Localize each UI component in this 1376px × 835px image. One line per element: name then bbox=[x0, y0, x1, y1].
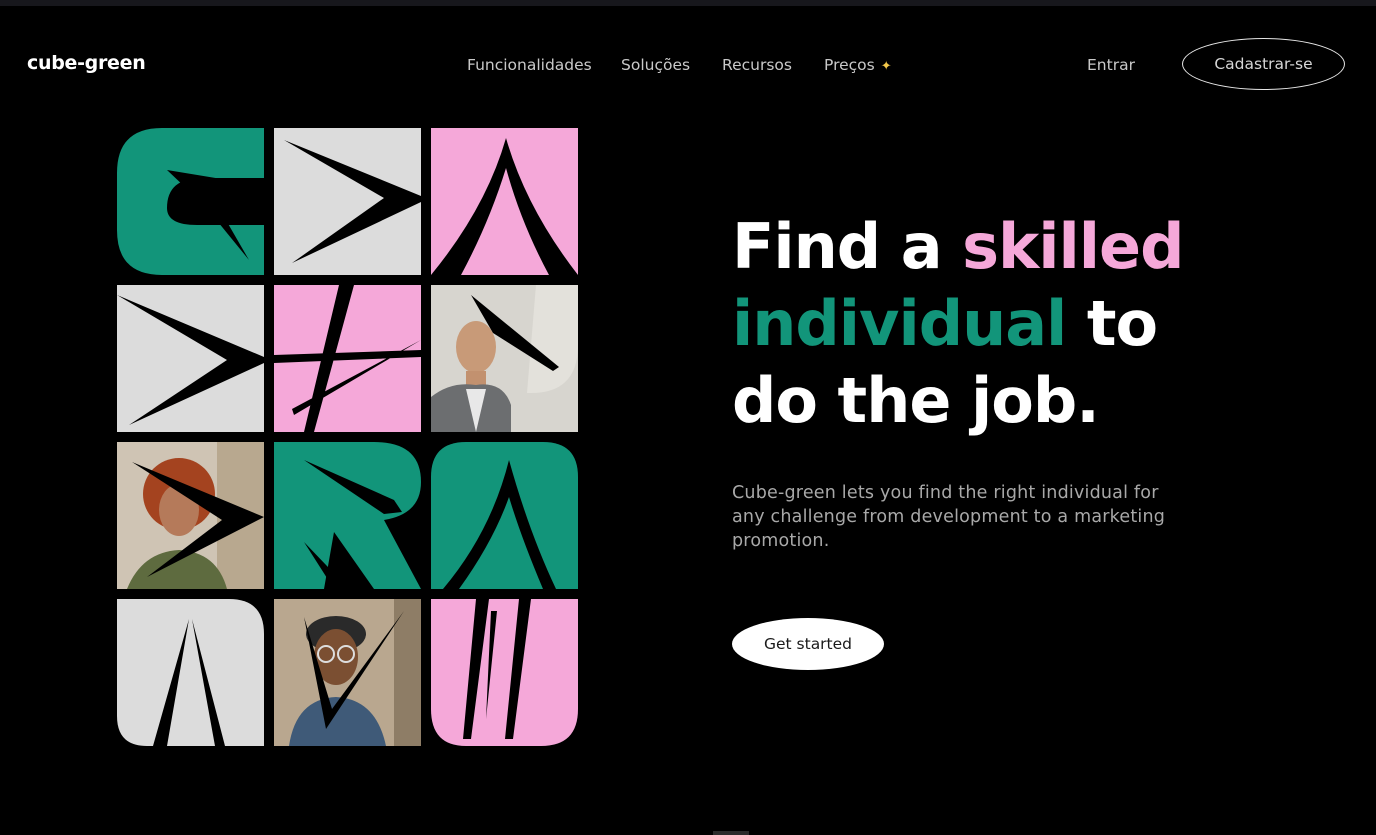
main-nav: Funcionalidades Soluções Recursos Preços… bbox=[0, 56, 1376, 80]
hero-headline: Find a skilled individual to do the job. bbox=[732, 208, 1252, 439]
login-link[interactable]: Entrar bbox=[1087, 56, 1135, 74]
signup-label: Cadastrar-se bbox=[1214, 55, 1313, 73]
scroll-indicator bbox=[713, 831, 749, 835]
window-top-strip bbox=[0, 0, 1376, 6]
mosaic-tile-gray-arrow bbox=[274, 128, 421, 275]
mosaic-tile-gray-n bbox=[117, 599, 264, 746]
mosaic-photo-man-beanie bbox=[274, 599, 421, 746]
headline-part-1: Find a bbox=[732, 210, 963, 283]
mosaic-photo-curly-hair-woman bbox=[117, 442, 264, 589]
sparkles-icon: ✦ bbox=[880, 59, 892, 74]
mosaic-tile-gray-arrow-2 bbox=[117, 285, 264, 432]
mosaic-photo-man-blazer bbox=[431, 285, 578, 432]
nav-item-recursos[interactable]: Recursos bbox=[722, 56, 792, 74]
mosaic-tile-green-g bbox=[117, 128, 264, 275]
mosaic-tile-pink-w bbox=[431, 599, 578, 746]
headline-part-2: to bbox=[1066, 287, 1158, 360]
mosaic-tile-green-r bbox=[274, 442, 421, 589]
hero-description: Cube-green lets you find the right indiv… bbox=[732, 483, 1166, 551]
nav-item-solucoes[interactable]: Soluções bbox=[621, 56, 690, 74]
nav-item-precos-label: Preços bbox=[824, 56, 875, 74]
mosaic-tile-green-a bbox=[431, 442, 578, 589]
mosaic-tile-pink-pinwheel bbox=[274, 285, 421, 432]
nav-item-precos[interactable]: Preços ✦ bbox=[824, 56, 892, 74]
headline-part-3: do the job. bbox=[732, 364, 1100, 437]
signup-button[interactable]: Cadastrar-se bbox=[1182, 38, 1345, 90]
nav-item-funcionalidades[interactable]: Funcionalidades bbox=[467, 56, 592, 74]
get-started-label: Get started bbox=[763, 635, 853, 653]
headline-highlight-skilled: skilled bbox=[962, 210, 1184, 283]
get-started-button[interactable]: Get started bbox=[732, 618, 884, 670]
headline-highlight-individual: individual bbox=[732, 287, 1067, 360]
mosaic-tile-pink-a bbox=[431, 128, 578, 275]
